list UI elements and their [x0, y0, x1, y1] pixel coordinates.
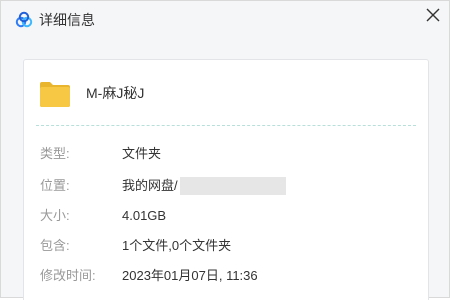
- type-value: 文件夹: [122, 146, 162, 161]
- type-label: 类型:: [40, 146, 70, 161]
- contains-label: 包含:: [40, 238, 70, 253]
- size-value: 4.01GB: [122, 208, 167, 223]
- detail-row-contains: 包含: 1个文件,0个文件夹: [24, 236, 428, 256]
- close-icon[interactable]: [421, 3, 445, 27]
- title-bar: 详细信息: [1, 1, 449, 39]
- redacted-path: [179, 177, 286, 195]
- location-label: 位置:: [40, 178, 70, 193]
- location-value: 我的网盘/: [122, 178, 178, 193]
- folder-icon: [40, 82, 70, 107]
- detail-row-type: 类型: 文件夹: [24, 144, 428, 164]
- details-dialog: 详细信息 M-麻J秘J 类型: 文件夹 位置: 我的网盘/ 大小: 4.01GB: [0, 0, 450, 300]
- detail-row-location: 位置: 我的网盘/: [24, 176, 428, 196]
- size-label: 大小:: [40, 208, 70, 223]
- divider: [36, 125, 416, 126]
- dialog-title: 详细信息: [39, 12, 95, 28]
- details-card: M-麻J秘J 类型: 文件夹 位置: 我的网盘/ 大小: 4.01GB 包含: …: [23, 59, 429, 300]
- file-name: M-麻J秘J: [86, 85, 145, 101]
- baidu-netdisk-logo-icon: [15, 11, 33, 28]
- modified-value: 2023年01月07日, 11:36: [122, 268, 258, 283]
- contains-value: 1个文件,0个文件夹: [122, 238, 232, 253]
- modified-label: 修改时间:: [40, 268, 96, 283]
- detail-row-modified: 修改时间: 2023年01月07日, 11:36: [24, 266, 428, 286]
- detail-row-size: 大小: 4.01GB: [24, 206, 428, 226]
